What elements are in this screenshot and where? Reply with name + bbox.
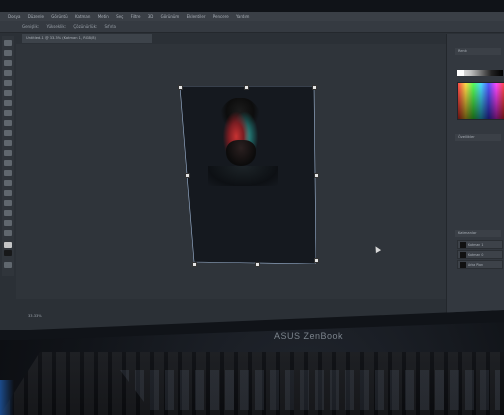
option-height[interactable]: Yükseklik: — [46, 24, 66, 29]
background-color-icon[interactable] — [4, 250, 12, 256]
blur-tool-icon[interactable] — [4, 160, 12, 166]
brand-label: ASUS ZenBook — [274, 331, 344, 341]
menu-item[interactable]: Eklentiler — [187, 14, 206, 19]
document-image[interactable] — [180, 86, 316, 264]
menu-item[interactable]: Görünüm — [161, 14, 180, 19]
menu-item[interactable]: Metin — [98, 14, 109, 19]
layer-name: Katman 0 — [468, 253, 484, 257]
layer-name: Katman 1 — [468, 243, 484, 247]
transform-handle[interactable] — [255, 262, 260, 267]
menu-item[interactable]: Görüntü — [51, 14, 67, 19]
layer-row[interactable]: Katman 0 — [457, 250, 503, 259]
right-panels: Renk Özellikler Katmanlar Katman 1 Katma… — [446, 34, 504, 314]
zoom-tool-icon[interactable] — [4, 230, 12, 236]
layer-name: Arka Plan — [468, 263, 484, 267]
quick-mask-icon[interactable] — [4, 262, 12, 268]
ambient-light — [0, 380, 14, 415]
option-width[interactable]: Genişlik: — [22, 24, 39, 29]
gradient-tool-icon[interactable] — [4, 150, 12, 156]
tab-layers[interactable]: Katmanlar — [455, 230, 501, 237]
zoom-level[interactable]: 33.33% — [28, 314, 42, 318]
type-tool-icon[interactable] — [4, 190, 12, 196]
healing-tool-icon[interactable] — [4, 100, 12, 106]
menu-item[interactable]: Pencere — [213, 14, 229, 19]
menu-item[interactable]: 3D — [148, 14, 154, 19]
option-resolution[interactable]: Çözünürlük: — [73, 24, 97, 29]
crop-tool-icon[interactable] — [4, 80, 12, 86]
transform-handle[interactable] — [244, 85, 249, 90]
option-reset[interactable]: Sıfırla — [105, 24, 116, 29]
transform-handle[interactable] — [314, 173, 319, 178]
menu-item[interactable]: Yardım — [236, 14, 249, 19]
layer-row[interactable]: Arka Plan — [457, 260, 503, 269]
layer-thumbnail — [460, 242, 466, 248]
eyedropper-tool-icon[interactable] — [4, 90, 12, 96]
path-select-tool-icon[interactable] — [4, 200, 12, 206]
toolbox — [2, 36, 14, 276]
lasso-tool-icon[interactable] — [4, 60, 12, 66]
keyboard-backlight — [120, 370, 500, 410]
menu-item[interactable]: Katman — [75, 14, 90, 19]
menu-item[interactable]: Seç — [116, 14, 123, 19]
history-brush-tool-icon[interactable] — [4, 130, 12, 136]
hand-tool-icon[interactable] — [4, 220, 12, 226]
layer-thumbnail — [460, 252, 466, 258]
tab-properties[interactable]: Özellikler — [455, 134, 501, 141]
status-bar: 33.33% — [28, 312, 158, 320]
pen-tool-icon[interactable] — [4, 180, 12, 186]
transform-handle[interactable] — [178, 85, 183, 90]
options-bar: Genişlik: Yükseklik: Çözünürlük: Sıfırla — [0, 21, 504, 33]
tab-color[interactable]: Renk — [455, 48, 501, 55]
shape-tool-icon[interactable] — [4, 210, 12, 216]
transform-handle[interactable] — [192, 262, 197, 267]
move-tool-icon[interactable] — [4, 40, 12, 46]
menu-item[interactable]: Düzenle — [28, 14, 44, 19]
document-tab[interactable]: Untitled-1 @ 33.3% (Katman 1, RGB/8) — [22, 34, 152, 43]
portrait-beard — [226, 140, 256, 166]
foreground-color-icon[interactable] — [4, 242, 12, 248]
layer-row[interactable]: Katman 1 — [457, 240, 503, 249]
transform-handle[interactable] — [312, 85, 317, 90]
menu-bar: Dosya Düzenle Görüntü Katman Metin Seç F… — [0, 12, 504, 21]
laptop: Dosya Düzenle Görüntü Katman Metin Seç F… — [0, 0, 504, 415]
transform-handle[interactable] — [314, 258, 319, 263]
layer-thumbnail — [460, 262, 466, 268]
color-spectrum[interactable] — [457, 82, 504, 120]
eraser-tool-icon[interactable] — [4, 140, 12, 146]
menu-item[interactable]: Filtre — [131, 14, 141, 19]
dodge-tool-icon[interactable] — [4, 170, 12, 176]
marquee-tool-icon[interactable] — [4, 50, 12, 56]
swatch-strip[interactable] — [457, 70, 503, 76]
transform-handle[interactable] — [185, 173, 190, 178]
menu-item[interactable]: Dosya — [8, 14, 20, 19]
stamp-tool-icon[interactable] — [4, 120, 12, 126]
brush-tool-icon[interactable] — [4, 110, 12, 116]
quick-select-tool-icon[interactable] — [4, 70, 12, 76]
